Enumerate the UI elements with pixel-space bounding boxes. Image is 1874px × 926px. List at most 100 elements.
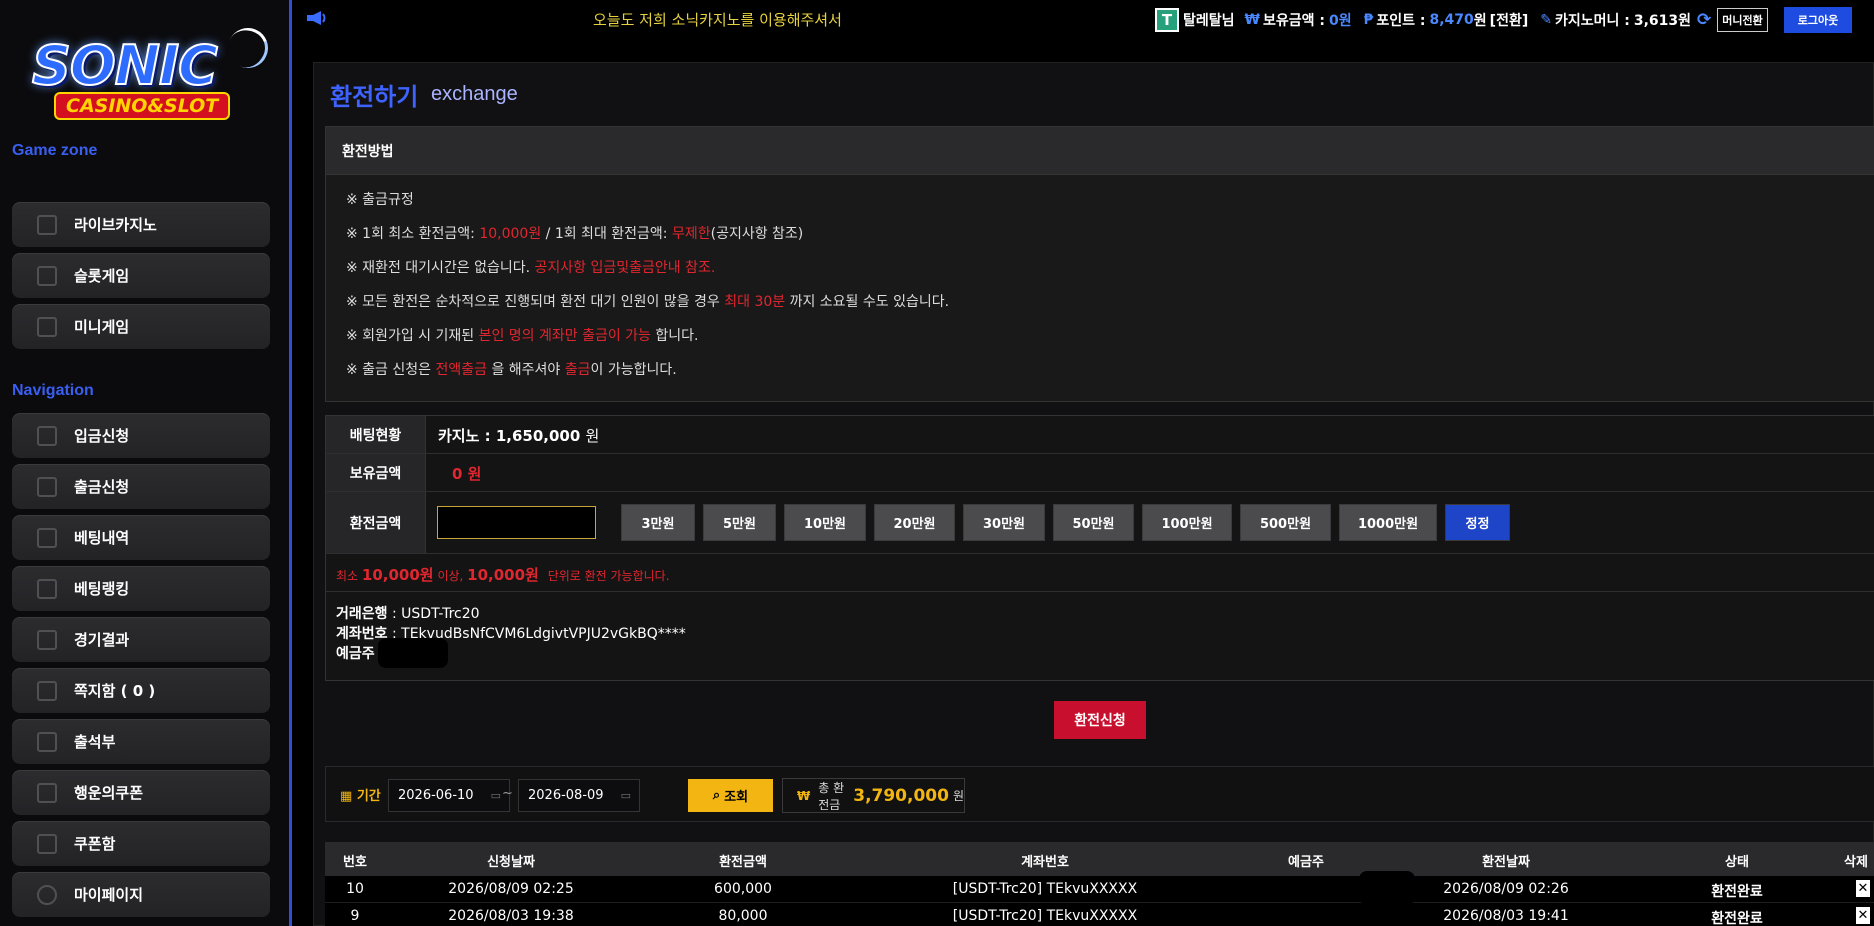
phone-card-icon [37,214,57,235]
date-range-tilde: ~ [502,786,513,801]
betting-status-label: 배팅현황 [326,416,426,453]
bank-value: : USDT-Trc20 [391,606,480,622]
col-amount: 환전금액 [719,855,767,870]
mini-game-icon [37,316,57,337]
redaction-mark [378,638,448,668]
sidebar-item-lucky-coupon[interactable]: 행운의쿠폰 [12,770,270,815]
megaphone-icon [305,10,327,26]
exchange-amount-label: 환전금액 [326,492,426,553]
row-number: 10 [346,881,364,897]
sidebar-item-mini-game[interactable]: 미니게임 [12,304,270,349]
amount-500k-button[interactable]: 50만원 [1053,504,1134,541]
search-button[interactable]: ⌕ 조회 [688,779,773,812]
row-status: 환전완료 [1711,884,1763,900]
calendar-icon [37,731,57,752]
col-number: 번호 [343,855,367,870]
point-label: 포인트 : [1376,13,1426,29]
table-row: 10 2026/08/09 02:25 600,000 [USDT-Trc20]… [325,871,1874,905]
col-delete: 삭제 [1844,855,1868,870]
amount-100k-button[interactable]: 10만원 [784,504,866,541]
sidebar-item-live-casino[interactable]: 라이브카지노 [12,202,270,247]
sidebar-item-label: 행운의쿠폰 [74,784,144,802]
wallet-icon [37,476,57,497]
exchange-amount-input[interactable] [437,506,596,539]
sidebar-item-betting-ranking[interactable]: 베팅랭킹 [12,566,270,611]
sidebar-item-withdraw[interactable]: 출금신청 [12,464,270,509]
tether-icon: T [1155,8,1179,32]
calendar-icon: ▦ [340,789,353,804]
sidebar-item-label: 베팅내역 [74,529,130,547]
table-row: 9 2026/08/03 19:38 80,000 [USDT-Trc20] T… [325,903,1874,926]
logout-button[interactable]: 로그아웃 [1783,7,1853,33]
reset-amount-button[interactable]: 정정 [1445,504,1510,541]
col-status: 상태 [1725,855,1749,870]
refresh-icon[interactable]: ⟳ [1697,10,1711,30]
amount-300k-button[interactable]: 30만원 [963,504,1045,541]
trophy-icon [37,629,57,650]
balance-label: 보유금액 : [1262,13,1325,29]
money-convert-button[interactable]: 머니전환 [1717,8,1768,32]
holder-label: 예금주 [336,646,375,662]
bank-label: 거래은행 [336,606,388,622]
balance-value: 0원 [1328,13,1352,29]
betting-status-row: 배팅현황 카지노 : 1,650,000 원 [326,416,1874,454]
sidebar-item-label: 출석부 [74,733,116,751]
total-label: 총 환전금 [818,780,845,812]
amount-50k-button[interactable]: 5만원 [703,504,776,541]
row-request-date: 2026/08/03 19:38 [448,908,574,924]
delete-row-button[interactable]: ✕ [1856,880,1870,897]
amount-10m-button[interactable]: 1000만원 [1339,504,1437,541]
point-convert-link[interactable]: [전환] [1490,10,1529,30]
exchange-panel: 환전하기 exchange 환전방법 ※ 출금규정 ※ 1회 최소 환전금액: 1… [313,62,1874,926]
sidebar: SONIC CASINO&SLOT Game zone 라이브카지노 슬롯게임 … [0,0,292,926]
row-amount: 600,000 [714,881,772,897]
sidebar-item-messages[interactable]: 쪽지함 ( 0 ) [12,668,270,713]
history-filter-bar: ▦ 기간 2026-06-10 ▭ ~ 2026-08-09 ▭ ⌕ 조회 ₩ 총 … [325,766,1874,822]
sidebar-item-slot-game[interactable]: 슬롯게임 [12,253,270,298]
amount-200k-button[interactable]: 20만원 [874,504,955,541]
exchange-rule-line: ※ 출금 신청은 전액출금 을 해주셔야 출금이 가능합니다. [346,362,677,378]
amount-1m-button[interactable]: 100만원 [1142,504,1232,541]
lightning-icon [221,21,275,75]
sidebar-item-label: 라이브카지노 [74,216,157,234]
sonic-logo[interactable]: SONIC CASINO&SLOT [14,21,275,132]
history-table-header: 번호 신청날짜 환전금액 계좌번호 예금주 환전날짜 상태 삭제 [325,842,1874,876]
date-from-input[interactable]: 2026-06-10 ▭ [388,779,510,812]
sidebar-item-attendance[interactable]: 출석부 [12,719,270,764]
sidebar-item-label: 입금신청 [74,427,130,445]
point-unit: 원 [1473,13,1487,29]
amount-30k-button[interactable]: 3만원 [621,504,695,541]
top-bar: 오늘도 저희 소닉카지노를 이용해주셔서 T 탈레탈님 ₩ 보유금액 : 0원 … [295,0,1874,38]
row-account: [USDT-Trc20] TEkvuXXXXX [952,881,1138,897]
row-exchange-date: 2026/08/09 02:26 [1443,881,1569,897]
holding-amount-row: 보유금액 0 원 [326,454,1874,492]
period-label: ▦ 기간 [340,789,381,804]
sidebar-item-label: 쿠폰함 [74,835,116,853]
sidebar-item-match-results[interactable]: 경기결과 [12,617,270,662]
sidebar-item-my-page[interactable]: 마이페이지 [12,872,270,917]
calendar-icon: ▭ [620,789,631,802]
casino-money-icon: ✎ [1540,12,1552,28]
exchange-rule-line: ※ 재환전 대기시간은 없습니다. 공지사항 입금및출금안내 참조. [346,260,716,276]
logo-subtext: CASINO&SLOT [54,92,231,120]
method-heading: 환전방법 [326,127,1874,175]
sidebar-item-label: 경기결과 [74,631,130,649]
sidebar-item-label: 쪽지함 ( 0 ) [74,682,156,700]
exchange-submit-button[interactable]: 환전신청 [1054,701,1146,739]
sidebar-item-coupon-box[interactable]: 쿠폰함 [12,821,270,866]
col-exchange-date: 환전날짜 [1482,855,1530,870]
betting-status-value: 카지노 : 1,650,000 원 [438,427,600,445]
row-account: [USDT-Trc20] TEkvuXXXXX [952,908,1138,924]
date-to-input[interactable]: 2026-08-09 ▭ [518,779,640,812]
amount-5m-button[interactable]: 500만원 [1240,504,1331,541]
deposit-icon [37,425,57,446]
user-name: 탈레탈님 [1183,13,1235,29]
row-exchange-date: 2026/08/03 19:41 [1443,908,1569,924]
sidebar-item-deposit[interactable]: 입금신청 [12,413,270,458]
navigation-title: Navigation [12,382,94,399]
total-exchange-box: ₩ 총 환전금 3,790,000 원 [782,778,965,813]
sidebar-item-betting-history[interactable]: 베팅내역 [12,515,270,560]
minimum-notice: 최소 10,000원 이상, 10,000원 단위로 환전 가능합니다. [336,566,670,584]
sidebar-item-label: 마이페이지 [74,886,144,904]
delete-row-button[interactable]: ✕ [1856,907,1870,924]
